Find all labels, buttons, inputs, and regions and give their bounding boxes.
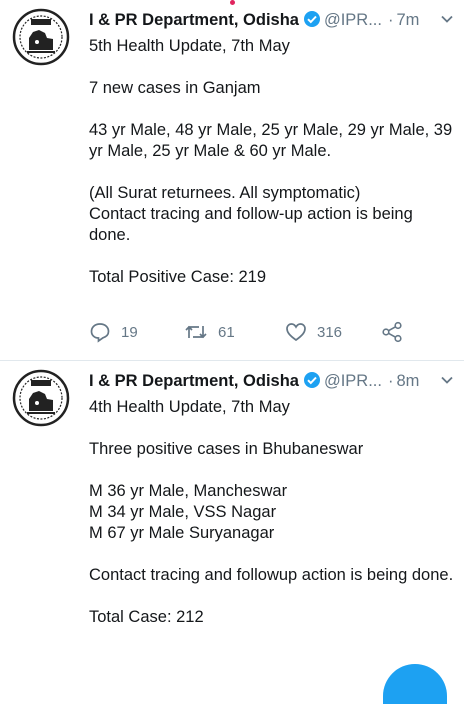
author-name[interactable]: I & PR Department, Odisha	[89, 11, 299, 29]
separator-dot: ·	[387, 11, 394, 29]
tweet-card[interactable]: I & PR Department, Odisha @IPR... · 7m 5th …	[0, 0, 464, 360]
retweet-button[interactable]: 61	[184, 320, 235, 344]
share-icon	[382, 321, 402, 343]
tweet-line: Total Positive Case: 219	[89, 268, 267, 286]
chevron-down-icon[interactable]	[440, 373, 454, 392]
tweet-line: M 36 yr Male, Mancheswar M 34 yr Male, V…	[89, 482, 288, 542]
tweet-text: 5th Health Update, 7th May 7 new cases i…	[89, 36, 454, 288]
retweet-count: 61	[218, 323, 235, 341]
tweet-text: 4th Health Update, 7th May Three positiv…	[89, 397, 454, 628]
odisha-emblem	[12, 369, 70, 427]
tweet-card[interactable]: I & PR Department, Odisha @IPR... · 8m 4th …	[0, 361, 464, 681]
tweet-line: 4th Health Update, 7th May	[89, 398, 290, 416]
tweet-line: (All Surat returnees. All symptomatic) C…	[89, 184, 413, 244]
timestamp[interactable]: 7m	[396, 11, 419, 29]
verified-badge-icon	[303, 10, 321, 33]
tweet-line: Contact tracing and followup action is b…	[89, 566, 454, 584]
verified-badge-icon	[303, 371, 321, 394]
like-button[interactable]: 316	[285, 320, 342, 344]
like-count: 316	[317, 323, 343, 341]
retweet-icon	[185, 325, 207, 339]
tweet-line: Three positive cases in Bhubaneswar	[89, 440, 364, 458]
tweet-line: 7 new cases in Ganjam	[89, 79, 261, 97]
avatar[interactable]	[12, 8, 70, 66]
separator-dot: ·	[387, 372, 394, 390]
reply-icon	[90, 323, 110, 343]
author-name[interactable]: I & PR Department, Odisha	[89, 372, 299, 390]
tweet-header: I & PR Department, Odisha @IPR... · 7m	[89, 10, 456, 32]
author-handle[interactable]: @IPR...	[324, 372, 382, 390]
tweet-line: 5th Health Update, 7th May	[89, 37, 290, 55]
tweet-line: Total Case: 212	[89, 608, 204, 626]
author-handle[interactable]: @IPR...	[324, 11, 382, 29]
reply-count: 19	[121, 323, 138, 341]
avatar[interactable]	[12, 369, 70, 427]
tweet-header: I & PR Department, Odisha @IPR... · 8m	[89, 371, 456, 393]
tweet-line: 43 yr Male, 48 yr Male, 25 yr Male, 29 y…	[89, 121, 453, 160]
chevron-down-icon[interactable]	[440, 12, 454, 31]
timestamp[interactable]: 8m	[396, 372, 419, 390]
reply-button[interactable]: 19	[89, 320, 138, 344]
share-button[interactable]	[381, 320, 413, 344]
odisha-emblem	[12, 8, 70, 66]
like-icon	[286, 323, 306, 342]
tweet-actions: 19 61 316	[89, 320, 419, 344]
